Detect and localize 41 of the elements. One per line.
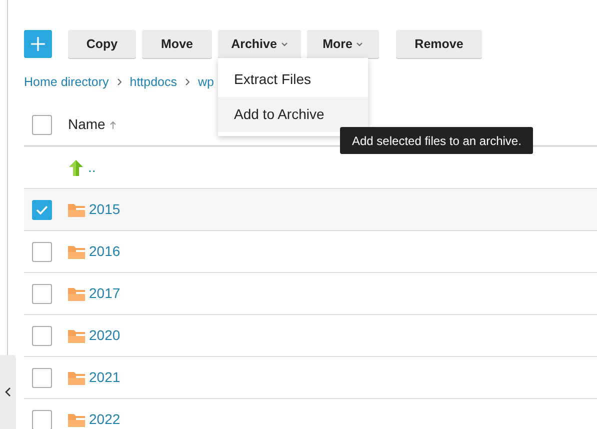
folder-link[interactable]: 2021	[89, 367, 120, 388]
parent-folder-link[interactable]: ..	[88, 157, 96, 178]
toolbar-button[interactable]: Remove	[396, 30, 482, 58]
folder-icon	[68, 244, 85, 258]
folder-icon	[68, 328, 85, 342]
row-checkbox[interactable]	[32, 326, 52, 346]
select-all-checkbox[interactable]	[32, 114, 52, 134]
menu-item[interactable]: Extract Files	[218, 62, 368, 97]
caret-icon	[356, 42, 364, 46]
dropdown-button[interactable]: More	[307, 30, 379, 58]
row-checkbox[interactable]	[32, 200, 52, 220]
breadcrumb-link[interactable]: wp	[198, 74, 214, 90]
row-checkbox[interactable]	[32, 368, 52, 388]
folder-icon	[68, 202, 85, 216]
breadcrumb-link[interactable]: Home directory	[24, 74, 109, 90]
tooltip: Add selected files to an archive.	[340, 127, 534, 154]
toolbar-button[interactable]: Copy	[68, 30, 136, 58]
toolbar-button[interactable]: Move	[142, 30, 212, 58]
row-checkbox[interactable]	[32, 410, 52, 429]
menu-item[interactable]: Add to Archive	[218, 97, 368, 132]
folder-link[interactable]: 2016	[89, 241, 120, 262]
chevron-right-icon	[116, 78, 122, 86]
folder-link[interactable]: 2020	[89, 325, 120, 346]
breadcrumb-link[interactable]: httpdocs	[130, 74, 178, 90]
add-button[interactable]	[24, 30, 52, 58]
folder-icon	[68, 370, 85, 384]
column-header[interactable]: Name	[68, 114, 106, 135]
up-arrow-icon	[68, 158, 84, 176]
row-checkbox[interactable]	[32, 242, 52, 262]
chevron-right-icon	[185, 78, 190, 86]
checkmark-icon	[36, 204, 48, 214]
folder-icon	[68, 412, 85, 426]
folder-link[interactable]: 2022	[89, 409, 120, 429]
row-checkbox[interactable]	[32, 284, 52, 304]
chevron-left-icon	[4, 387, 12, 397]
caret-icon	[280, 42, 288, 46]
folder-link[interactable]: 2017	[89, 283, 120, 304]
dropdown-button[interactable]: Archive	[218, 30, 301, 58]
plus-icon	[30, 36, 46, 52]
folder-icon	[68, 286, 85, 300]
folder-link[interactable]: 2015	[89, 199, 120, 220]
